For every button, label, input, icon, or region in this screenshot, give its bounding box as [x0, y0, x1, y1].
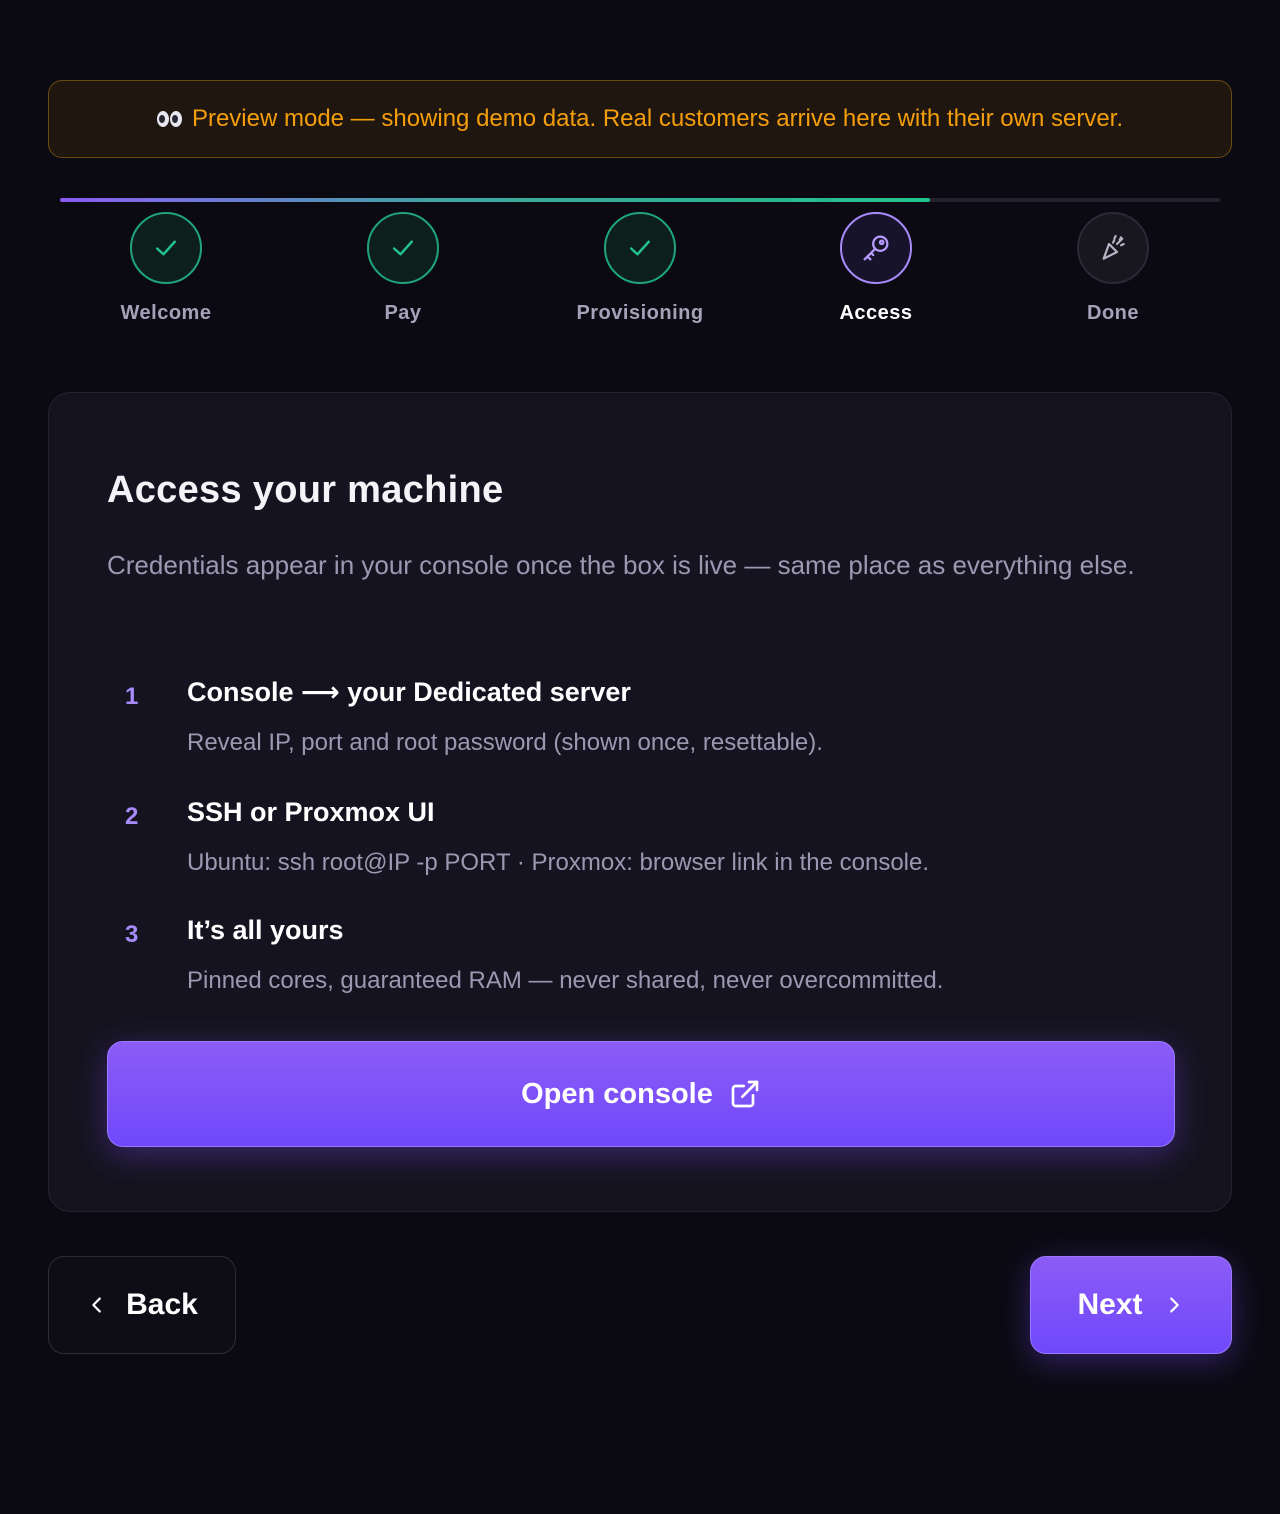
instruction-number: 2 — [125, 803, 139, 830]
check-icon — [630, 240, 650, 256]
next-button[interactable]: Next — [1030, 1256, 1232, 1354]
back-button[interactable]: Back — [48, 1256, 236, 1354]
chevron-left-icon — [92, 1297, 101, 1313]
instruction-number: 3 — [125, 921, 139, 948]
stepper-progress-fill — [60, 198, 930, 202]
instruction-text: Ubuntu: ssh root@IP -p PORT · Proxmox: b… — [187, 849, 930, 876]
open-console-button[interactable]: Open console — [107, 1041, 1175, 1147]
preview-banner-text: Preview mode — showing demo data. Real c… — [191, 105, 1124, 132]
open-console-label: Open console — [521, 1077, 713, 1110]
next-label: Next — [1077, 1288, 1143, 1321]
step-label: Welcome — [120, 302, 212, 324]
step-done-circle — [1077, 212, 1149, 284]
eyes-icon — [156, 111, 182, 127]
instruction-heading: SSH or Proxmox UI — [187, 797, 435, 827]
access-card: Access your machine Credentials appear i… — [48, 392, 1232, 1212]
card-description: Credentials appear in your console once … — [107, 550, 1135, 580]
instruction-heading: It’s all yours — [187, 915, 344, 945]
check-icon — [393, 240, 413, 256]
step-provisioning-circle — [604, 212, 676, 284]
check-icon — [156, 240, 176, 256]
step-access: Access — [766, 212, 986, 325]
step-label: Provisioning — [576, 302, 704, 324]
back-label: Back — [126, 1288, 198, 1321]
party-popper-icon — [1102, 234, 1125, 260]
step-welcome: Welcome — [56, 212, 276, 325]
step-label: Access — [839, 302, 913, 324]
key-icon — [863, 235, 889, 261]
onboarding-page: Preview mode — showing demo data. Real c… — [0, 0, 1280, 1514]
step-done: Done — [1003, 212, 1223, 325]
step-provisioning: Provisioning — [530, 212, 750, 325]
stepper-progress-track — [60, 198, 1220, 202]
instruction-text: Reveal IP, port and root password (shown… — [187, 729, 823, 756]
step-pay-circle — [367, 212, 439, 284]
instruction-text: Pinned cores, guaranteed RAM — never sha… — [187, 967, 944, 994]
step-pay: Pay — [293, 212, 513, 325]
step-label: Done — [1087, 302, 1139, 324]
preview-banner: Preview mode — showing demo data. Real c… — [48, 80, 1232, 158]
instruction-number: 1 — [125, 683, 139, 710]
card-title: Access your machine — [107, 469, 504, 511]
step-welcome-circle — [130, 212, 202, 284]
step-label: Pay — [384, 302, 422, 324]
external-link-icon — [731, 1080, 759, 1108]
step-access-circle — [840, 212, 912, 284]
instruction-heading: Console ⟶ your Dedicated server — [187, 677, 631, 707]
chevron-right-icon — [1169, 1297, 1179, 1313]
